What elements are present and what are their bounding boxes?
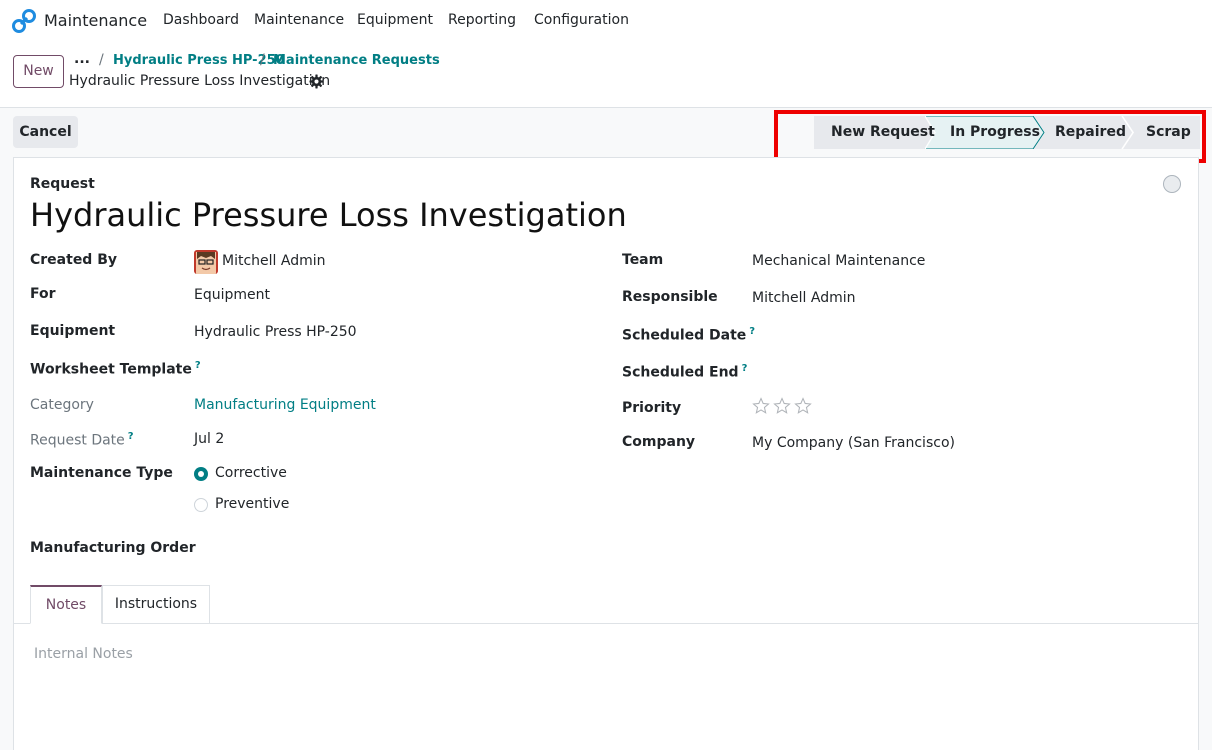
help-icon[interactable]: ? <box>128 431 134 442</box>
team-label: Team <box>622 252 664 268</box>
request-title[interactable]: Hydraulic Pressure Loss Investigation <box>30 196 627 234</box>
help-icon[interactable]: ? <box>749 326 755 337</box>
menu-maintenance[interactable]: Maintenance <box>254 12 344 28</box>
team-value[interactable]: Mechanical Maintenance <box>752 253 925 269</box>
star-icon[interactable] <box>773 397 791 415</box>
breadcrumb-more[interactable]: ... <box>74 51 90 67</box>
star-icon[interactable] <box>752 397 770 415</box>
menu-dashboard[interactable]: Dashboard <box>163 12 239 28</box>
corrective-label[interactable]: Corrective <box>215 465 287 481</box>
tab-notes[interactable]: Notes <box>30 585 102 624</box>
internal-notes-field[interactable]: Internal Notes <box>34 646 133 662</box>
menu-reporting[interactable]: Reporting <box>448 12 516 28</box>
for-value[interactable]: Equipment <box>194 287 270 303</box>
request-date-label: Request Date? <box>30 431 134 449</box>
breadcrumb-separator: / <box>99 52 104 68</box>
maintenance-type-label: Maintenance Type <box>30 465 173 481</box>
responsible-value[interactable]: Mitchell Admin <box>752 290 856 306</box>
kanban-state-indicator[interactable] <box>1163 175 1181 193</box>
company-label: Company <box>622 434 696 450</box>
user-avatar <box>194 250 218 274</box>
responsible-label: Responsible <box>622 289 718 305</box>
form-sheet <box>13 157 1199 750</box>
radio-preventive[interactable] <box>194 498 208 512</box>
menu-equipment[interactable]: Equipment <box>357 12 433 28</box>
new-button[interactable]: New <box>13 55 64 88</box>
company-value[interactable]: My Company (San Francisco) <box>752 435 955 451</box>
app-name[interactable]: Maintenance <box>44 11 147 30</box>
category-value[interactable]: Manufacturing Equipment <box>194 397 376 413</box>
priority-label: Priority <box>622 400 682 416</box>
equipment-label: Equipment <box>30 323 116 339</box>
gear-icon[interactable] <box>309 74 324 89</box>
breadcrumb-requests[interactable]: Maintenance Requests <box>273 53 440 68</box>
scheduled-end-label: Scheduled End? <box>622 363 748 381</box>
breadcrumb-separator: / <box>260 52 265 68</box>
category-label: Category <box>30 397 94 413</box>
created-by-value[interactable]: Mitchell Admin <box>222 253 326 269</box>
created-by-label: Created By <box>30 252 118 268</box>
help-icon[interactable]: ? <box>195 360 201 371</box>
status-bar-highlight <box>774 110 1206 163</box>
request-label: Request <box>30 176 95 192</box>
tab-instructions[interactable]: Instructions <box>102 585 210 624</box>
breadcrumb-equipment[interactable]: Hydraulic Press HP-250 <box>113 53 285 68</box>
menu-configuration[interactable]: Configuration <box>534 12 629 28</box>
request-date-value[interactable]: Jul 2 <box>194 431 224 447</box>
scheduled-date-label: Scheduled Date? <box>622 326 756 344</box>
maintenance-app-icon[interactable] <box>12 9 36 33</box>
top-navbar: Maintenance Dashboard Maintenance Equipm… <box>0 0 1212 42</box>
preventive-label[interactable]: Preventive <box>215 496 289 512</box>
breadcrumb-current-record: Hydraulic Pressure Loss Investigation <box>69 73 331 89</box>
worksheet-template-label: Worksheet Template? <box>30 360 201 378</box>
for-label: For <box>30 286 56 302</box>
star-icon[interactable] <box>794 397 812 415</box>
cancel-button[interactable]: Cancel <box>13 116 78 148</box>
equipment-value[interactable]: Hydraulic Press HP-250 <box>194 324 357 340</box>
radio-corrective[interactable] <box>194 467 208 481</box>
help-icon[interactable]: ? <box>742 363 748 374</box>
manufacturing-order-label: Manufacturing Order <box>30 540 196 556</box>
